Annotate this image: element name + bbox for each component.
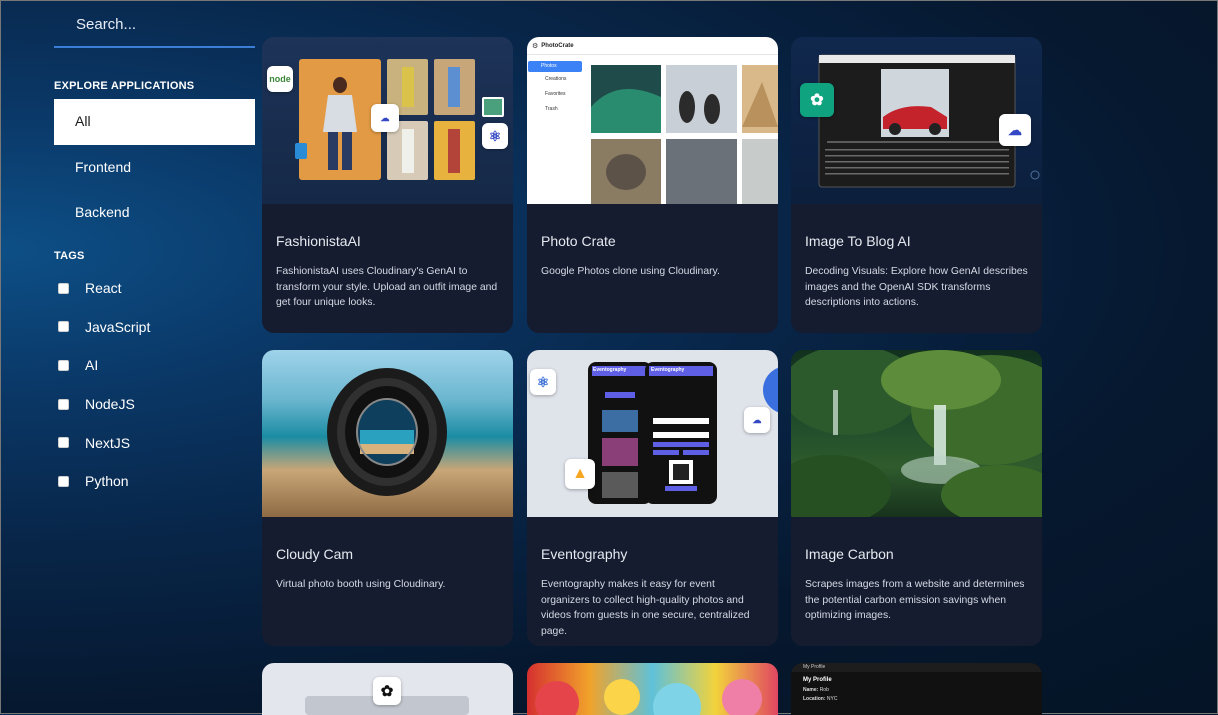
profile-location-row: Location: NYC: [803, 696, 837, 702]
app-card-eventography[interactable]: Eventography Eventography ⚛ ☁ ▲ Eventogr…: [527, 350, 778, 646]
profile-nav: My Profile: [791, 663, 1042, 672]
card-thumbnail: ✿: [262, 663, 513, 715]
app-card-partial-profile[interactable]: My Profile My Profile Name: Rob Location…: [791, 663, 1042, 715]
card-title: Image Carbon: [805, 546, 894, 562]
react-icon: ⚛: [482, 123, 508, 149]
tags-heading: TAGS: [54, 250, 85, 262]
card-description: Eventography makes it easy for event org…: [541, 579, 750, 637]
checkbox[interactable]: [58, 475, 69, 487]
nodejs-logo-icon: node: [267, 66, 293, 92]
react-icon: ⚛: [530, 369, 556, 395]
app-card-fashionistaai[interactable]: node ☁ ⚛ FashionistaAI FashionistaAI use…: [262, 37, 513, 333]
card-description: Virtual photo booth using Cloudinary.: [276, 579, 446, 590]
card-thumbnail: My Profile My Profile Name: Rob Location…: [791, 663, 1042, 715]
application-filter-list: All Frontend Backend: [54, 99, 255, 236]
vscode-icon: [295, 143, 307, 159]
cloudinary-icon: ☁: [371, 104, 399, 132]
card-title: Eventography: [541, 546, 628, 562]
tag-nextjs[interactable]: NextJS: [54, 423, 150, 462]
firebase-icon: ▲: [565, 459, 595, 489]
profile-heading: My Profile: [803, 677, 832, 683]
card-thumbnail: Eventography Eventography ⚛ ☁ ▲: [527, 350, 778, 517]
image-icon: [482, 97, 504, 117]
card-thumbnail: [262, 350, 513, 517]
openai-icon: ✿: [373, 677, 401, 705]
tag-label: Python: [85, 473, 129, 490]
app-card-partial-openai[interactable]: ✿: [262, 663, 513, 715]
cloudinary-icon: ☁: [999, 114, 1031, 146]
tag-javascript[interactable]: JavaScript: [54, 308, 150, 347]
app-filter-all[interactable]: All: [54, 99, 255, 145]
tag-react[interactable]: React: [54, 269, 150, 308]
tag-python[interactable]: Python: [54, 462, 150, 501]
colorful-image: [535, 679, 762, 715]
card-description: Decoding Visuals: Explore how GenAI desc…: [805, 266, 1028, 308]
app-filter-backend[interactable]: Backend: [54, 190, 255, 236]
tag-filter-list: React JavaScript AI NodeJS NextJS Python: [54, 269, 150, 501]
profile-name-value: Rob: [819, 687, 829, 693]
cloudinary-icon: ☁: [744, 407, 770, 433]
search-box: [54, 1, 273, 48]
card-description: FashionistaAI uses Cloudinary's GenAI to…: [276, 266, 498, 308]
profile-name-label: Name:: [803, 687, 819, 693]
eventography-phones-image: [588, 362, 778, 504]
card-title: Image To Blog AI: [805, 233, 911, 249]
tag-label: NodeJS: [85, 396, 135, 413]
tag-label: NextJS: [85, 434, 131, 451]
card-description: Scrapes images from a website and determ…: [805, 579, 1025, 621]
tag-nodejs[interactable]: NodeJS: [54, 385, 150, 424]
checkbox[interactable]: [58, 321, 69, 333]
checkbox[interactable]: [58, 282, 69, 294]
sidebar: EXPLORE APPLICATIONS All Frontend Backen…: [54, 1, 273, 489]
card-thumbnail: [791, 350, 1042, 517]
card-thumbnail: [527, 663, 778, 715]
eventography-app-title-right: Eventography: [651, 367, 685, 373]
card-thumbnail: ✿ ☁: [791, 37, 1042, 204]
waterfall-forest-image: [791, 350, 1042, 517]
profile-location-label: Location:: [803, 696, 826, 702]
app-card-cloudy-cam[interactable]: Cloudy Cam Virtual photo booth using Clo…: [262, 350, 513, 646]
profile-name-row: Name: Rob: [803, 687, 829, 693]
app-card-photo-crate[interactable]: ⚙ PhotoCrate Photos Creations Favorites …: [527, 37, 778, 333]
card-title: Photo Crate: [541, 233, 616, 249]
app-card-partial-colorful[interactable]: [527, 663, 778, 715]
app-card-image-carbon[interactable]: Image Carbon Scrapes images from a websi…: [791, 350, 1042, 646]
checkbox[interactable]: [58, 398, 69, 410]
tag-label: AI: [85, 357, 99, 374]
eventography-app-title-left: Eventography: [593, 367, 627, 373]
card-title: Cloudy Cam: [276, 546, 354, 562]
profile-location-value: NYC: [826, 696, 838, 702]
openai-icon: ✿: [800, 83, 834, 117]
photo-grid-image: [591, 65, 778, 204]
camera-lens-image: [327, 368, 447, 496]
card-title: FashionistaAI: [276, 233, 361, 249]
tag-label: JavaScript: [85, 318, 151, 335]
card-thumbnail: node ☁ ⚛: [262, 37, 513, 204]
search-input[interactable]: [54, 9, 273, 39]
card-description: Google Photos clone using Cloudinary.: [541, 266, 720, 277]
tag-ai[interactable]: AI: [54, 346, 150, 385]
card-thumbnail: ⚙ PhotoCrate Photos Creations Favorites …: [527, 37, 778, 204]
tag-label: React: [85, 280, 122, 297]
checkbox[interactable]: [58, 359, 69, 371]
app-filter-frontend[interactable]: Frontend: [54, 145, 255, 191]
app-card-image-to-blog-ai[interactable]: ✿ ☁ Image To Blog AI Decoding Visuals: E…: [791, 37, 1042, 333]
explore-applications-heading: EXPLORE APPLICATIONS: [54, 80, 195, 92]
checkbox[interactable]: [58, 437, 69, 449]
